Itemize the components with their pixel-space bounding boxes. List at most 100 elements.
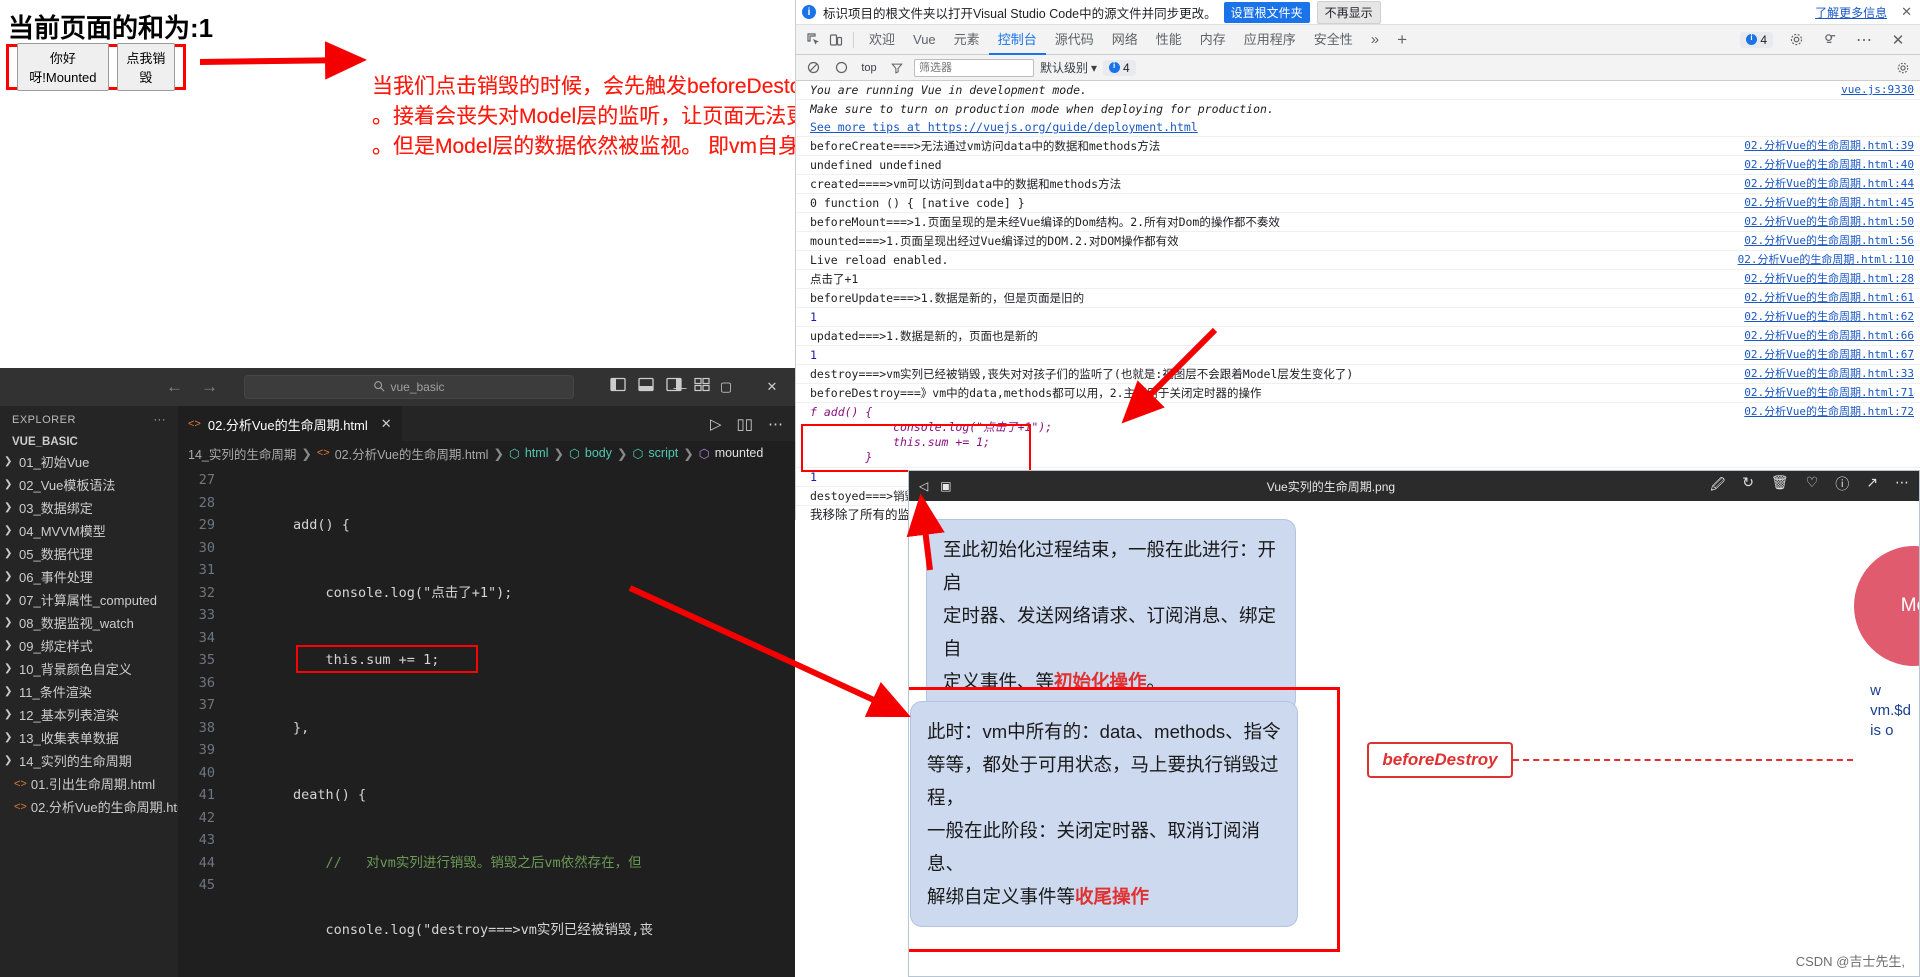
console-row[interactable]: beforeMount===>1.页面呈现的是未经Vue编译的Dom结构。2.所…	[796, 213, 1920, 232]
sidebar-item-11[interactable]: ❯ 11_条件渲染	[0, 680, 178, 703]
breadcrumb-html[interactable]: html	[525, 446, 549, 460]
more-icon[interactable]: ⋯	[1895, 474, 1909, 498]
console-source-link[interactable]: 02.分析Vue的生命周期.html:39	[1734, 139, 1914, 153]
set-root-folder-button[interactable]: 设置根文件夹	[1223, 1, 1310, 23]
console-source-link[interactable]: 02.分析Vue的生命周期.html:56	[1734, 234, 1914, 248]
minimize-button[interactable]: —	[657, 368, 703, 406]
filter-funnel-icon[interactable]	[886, 57, 908, 79]
tab-performance[interactable]: 性能	[1147, 25, 1191, 55]
sidebar-file-01[interactable]: <> 01.引出生命周期.html	[0, 772, 178, 795]
sidebar-file-02[interactable]: <> 02.分析Vue的生命周期.html	[0, 795, 191, 818]
breadcrumb-body[interactable]: body	[585, 446, 612, 460]
console-source-link[interactable]: 02.分析Vue的生命周期.html:72	[1734, 405, 1914, 419]
sidebar-item-07[interactable]: ❯ 07_计算属性_computed	[0, 588, 178, 611]
tab-vue[interactable]: Vue	[904, 25, 945, 55]
console-row-function[interactable]: f add() { console.log("点击了+1"); this.sum…	[796, 403, 1920, 468]
console-source-link[interactable]: vue.js:9330	[1831, 83, 1914, 97]
sidebar-item-06[interactable]: ❯ 06_事件处理	[0, 565, 178, 588]
device-toolbar-icon[interactable]	[825, 29, 847, 51]
no-entry-icon[interactable]	[830, 57, 852, 79]
sidebar-item-09[interactable]: ❯ 09_绑定样式	[0, 634, 178, 657]
tab-network[interactable]: 网络	[1103, 25, 1147, 55]
rotate-icon[interactable]: ↻	[1742, 474, 1754, 498]
console-source-link[interactable]: 02.分析Vue的生命周期.html:28	[1734, 272, 1914, 286]
clear-console-icon[interactable]	[802, 57, 824, 79]
console-source-link[interactable]: 02.分析Vue的生命周期.html:110	[1728, 253, 1914, 267]
console-row[interactable]: created====>vm可以访问到data中的数据和methods方法 02…	[796, 175, 1920, 194]
tab-overflow-chevron-icon[interactable]: »	[1362, 25, 1388, 55]
console-source-link[interactable]: 02.分析Vue的生命周期.html:45	[1734, 196, 1914, 210]
share-icon[interactable]: ↗	[1866, 474, 1878, 498]
more-actions-icon[interactable]: ⋯	[768, 415, 783, 433]
console-source-link[interactable]: 02.分析Vue的生命周期.html:50	[1734, 215, 1914, 229]
edit-icon[interactable]: 🖉	[1710, 474, 1725, 498]
tab-security[interactable]: 安全性	[1305, 25, 1362, 55]
close-devtools-icon[interactable]: ✕	[1887, 29, 1909, 51]
console-row[interactable]: beforeDestroy===》vm中的data,methods都可以用，2.…	[796, 384, 1920, 403]
console-row[interactable]: Make sure to turn on production mode whe…	[796, 100, 1920, 118]
breadcrumb-file[interactable]: 02.分析Vue的生命周期.html	[335, 444, 489, 463]
dont-show-again-button[interactable]: 不再显示	[1316, 0, 1381, 24]
learn-more-link[interactable]: 了解更多信息	[1815, 4, 1887, 21]
tab-console[interactable]: 控制台	[989, 25, 1046, 55]
mounted-button[interactable]: 你好呀!Mounted	[17, 43, 109, 91]
inspect-element-icon[interactable]	[803, 29, 825, 51]
sidebar-item-01[interactable]: ❯ 01_初始Vue	[0, 450, 178, 473]
toggle-panel-icon[interactable]	[638, 377, 654, 397]
delete-icon[interactable]: 🗑	[1771, 474, 1789, 498]
breadcrumb-folder[interactable]: 14_实列的生命周期	[188, 444, 296, 463]
sidebar-item-12[interactable]: ❯ 12_基本列表渲染	[0, 703, 178, 726]
breadcrumb-symbol[interactable]: mounted	[715, 446, 764, 460]
console-badge-count[interactable]: 4	[1103, 59, 1136, 76]
console-source-link[interactable]: 02.分析Vue的生命周期.html:40	[1734, 158, 1914, 172]
split-editor-icon[interactable]: ▯▯	[736, 415, 753, 433]
console-row[interactable]: beforeUpdate===>1.数据是新的，但是页面是旧的 02.分析Vue…	[796, 289, 1920, 308]
sidebar-item-10[interactable]: ❯ 10_背景颜色自定义	[0, 657, 178, 680]
customize-devtools-icon[interactable]	[1819, 29, 1841, 51]
pin-icon[interactable]: ▣	[940, 479, 951, 493]
close-icon[interactable]: ✕	[1894, 4, 1914, 20]
console-row[interactable]: 0 function () { [native code] } 02.分析Vue…	[796, 194, 1920, 213]
breadcrumb-script[interactable]: script	[648, 446, 678, 460]
console-message[interactable]: See more tips at https://vuejs.org/guide…	[810, 120, 1198, 134]
console-source-link[interactable]: 02.分析Vue的生命周期.html:66	[1734, 329, 1914, 343]
tab-application[interactable]: 应用程序	[1235, 25, 1305, 55]
back-icon[interactable]: ◁	[919, 479, 928, 493]
sidebar-item-13[interactable]: ❯ 13_收集表单数据	[0, 726, 178, 749]
code-text[interactable]: add() { console.log("点击了+1"); this.sum +…	[224, 465, 795, 977]
console-row[interactable]: undefined undefined 02.分析Vue的生命周期.html:4…	[796, 156, 1920, 175]
console-source-link[interactable]: 02.分析Vue的生命周期.html:62	[1734, 310, 1914, 324]
sidebar-item-04[interactable]: ❯ 04_MVVM模型	[0, 519, 178, 542]
settings-gear-icon[interactable]	[1785, 29, 1807, 51]
sidebar-item-02[interactable]: ❯ 02_Vue模板语法	[0, 473, 178, 496]
console-row[interactable]: mounted===>1.页面呈现出经过Vue编译过的DOM.2.对DOM操作都…	[796, 232, 1920, 251]
vscode-search-bar[interactable]: vue_basic	[244, 375, 574, 399]
tab-elements[interactable]: 元素	[945, 25, 989, 55]
close-tab-icon[interactable]: ✕	[381, 416, 392, 432]
filter-input[interactable]	[914, 58, 1034, 77]
sidebar-item-05[interactable]: ❯ 05_数据代理	[0, 542, 178, 565]
tab-welcome[interactable]: 欢迎	[860, 25, 904, 55]
console-source-link[interactable]: 02.分析Vue的生命周期.html:61	[1734, 291, 1914, 305]
console-settings-gear-icon[interactable]	[1892, 57, 1914, 79]
issues-badge[interactable]: 4	[1740, 31, 1773, 48]
back-icon[interactable]: ←	[166, 377, 183, 397]
sidebar-item-03[interactable]: ❯ 03_数据绑定	[0, 496, 178, 519]
execution-context-icon[interactable]: top	[858, 57, 880, 79]
add-tab-plus-icon[interactable]: +	[1388, 25, 1416, 55]
close-button[interactable]: ✕	[749, 368, 795, 406]
console-row[interactable]: 1 02.分析Vue的生命周期.html:67	[796, 346, 1920, 365]
workspace-root-label[interactable]: VUE_BASIC	[0, 432, 178, 450]
maximize-button[interactable]: ▢	[703, 368, 749, 406]
destroy-button[interactable]: 点我销毁	[116, 43, 175, 91]
console-source-link[interactable]: 02.分析Vue的生命周期.html:67	[1734, 348, 1914, 362]
more-actions-icon[interactable]: ···	[154, 414, 167, 426]
console-row[interactable]: beforeCreate===>无法通过vm访问data中的数据和methods…	[796, 137, 1920, 156]
log-level-select[interactable]: 默认级别 ▾	[1040, 59, 1097, 76]
console-source-link[interactable]: 02.分析Vue的生命周期.html:33	[1734, 367, 1914, 381]
more-options-icon[interactable]: ⋯	[1853, 29, 1875, 51]
sidebar-item-14[interactable]: ❯ 14_实列的生命周期	[0, 749, 178, 772]
sidebar-item-08[interactable]: ❯ 08_数据监视_watch	[0, 611, 178, 634]
favorite-icon[interactable]: ♡	[1806, 474, 1819, 498]
console-row[interactable]: 点击了+1 02.分析Vue的生命周期.html:28	[796, 270, 1920, 289]
